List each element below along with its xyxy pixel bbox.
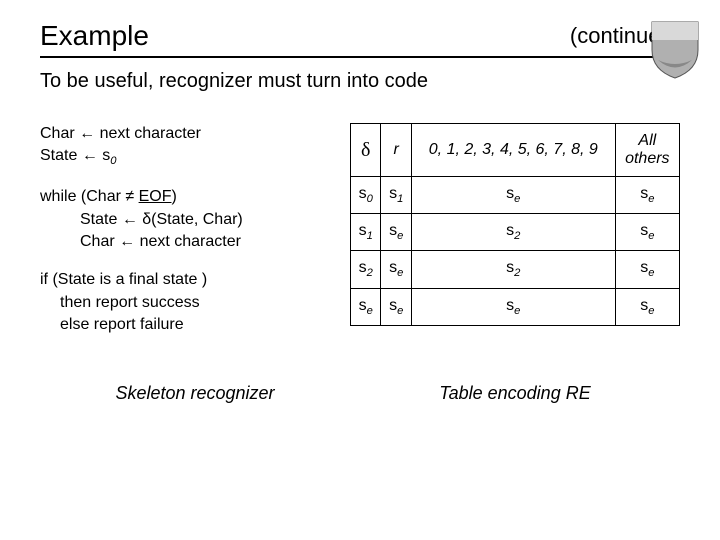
if-block: if (State is a final state ) then report… [40,269,320,336]
slide: Example (continued) To be useful, recogn… [0,0,720,540]
subtitle: To be useful, recognizer must turn into … [40,70,680,93]
content: Char ← next character State ← s0 while (… [40,123,680,353]
line-while: while (Char ≠ EOF) [40,186,320,208]
table-header-row: δ r 0, 1, 2, 3, 4, 5, 6, 7, 8, 9 Allothe… [351,124,680,177]
transition-table: δ r 0, 1, 2, 3, 4, 5, 6, 7, 8, 9 Allothe… [350,123,680,326]
init-block: Char ← next character State ← s0 [40,123,320,170]
table-row: s2 se s2 se [351,251,680,288]
header-delta: δ [351,124,381,177]
caption-right: Table encoding RE [350,383,680,404]
header-r: r [381,124,411,177]
line-char-init: Char ← next character [40,123,320,145]
header-others: Allothers [615,124,679,177]
page-title: Example [40,20,149,52]
line-state-update: State ← δ(State, Char) [40,209,320,231]
while-block: while (Char ≠ EOF) State ← δ(State, Char… [40,186,320,253]
header: Example (continued) [40,20,680,58]
table-row: se se se se [351,288,680,325]
line-if: if (State is a final state ) [40,269,320,291]
line-then: then report success [40,292,320,314]
table-body: s0 s1 se se s1 se s2 se s2 se s2 [351,177,680,326]
transition-table-container: δ r 0, 1, 2, 3, 4, 5, 6, 7, 8, 9 Allothe… [350,123,680,326]
captions: Skeleton recognizer Table encoding RE [40,383,680,404]
line-else: else report failure [40,314,320,336]
pseudocode: Char ← next character State ← s0 while (… [40,123,320,353]
line-state-init: State ← s0 [40,145,320,170]
line-char-update: Char ← next character [40,231,320,253]
caption-left: Skeleton recognizer [40,383,350,404]
table-row: s0 s1 se se [351,177,680,214]
header-digits: 0, 1, 2, 3, 4, 5, 6, 7, 8, 9 [411,124,615,177]
crest-icon [650,20,700,80]
table-row: s1 se s2 se [351,214,680,251]
